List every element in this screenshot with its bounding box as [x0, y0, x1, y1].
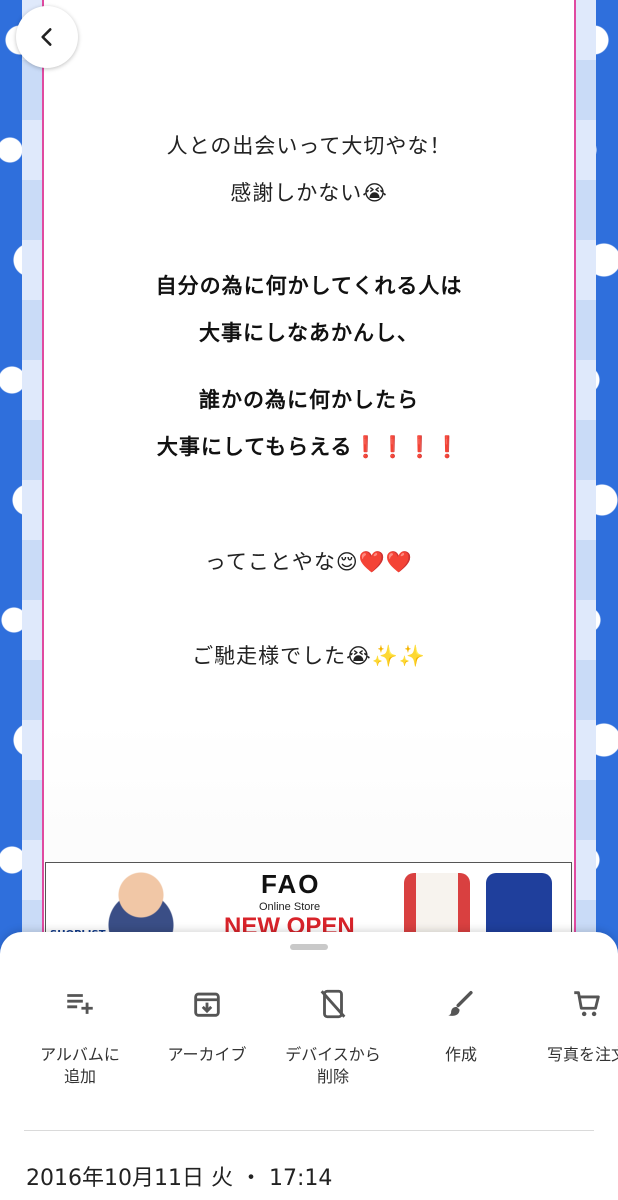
device-remove-icon: [320, 989, 346, 1019]
message-line-3: 自分の為に何かしてくれる人は: [42, 270, 576, 300]
action-label: 作成: [444, 1045, 477, 1064]
action-label: 削除: [316, 1067, 349, 1086]
delete-from-device-button[interactable]: デバイスから 削除: [273, 984, 393, 1088]
message-text: 自分の為に何かしてくれる人は: [155, 274, 463, 298]
message-text: ってことやな: [204, 550, 336, 574]
message-line-1: 人との出会いって大切やな！: [42, 130, 576, 160]
cart-icon: [574, 991, 600, 1017]
message-text: 誰かの為に何かしたら: [199, 388, 419, 412]
message-line-4: 大事にしなあかんし、: [42, 317, 576, 347]
action-label: 写真を注文: [546, 1045, 618, 1064]
add-to-album-button[interactable]: アルバムに 追加: [20, 984, 140, 1088]
heart-emoji: ❤️❤️: [358, 550, 414, 574]
exclamation-emoji: ❗❗❗❗: [352, 435, 462, 459]
archive-button[interactable]: アーカイブ: [147, 984, 267, 1066]
photo-date: 2016年10月11日 火 ・ 17:14: [26, 1166, 333, 1191]
archive-icon: [194, 992, 220, 1017]
relieved-emoji: 😌: [335, 550, 359, 574]
order-photos-button[interactable]: 写真を注文: [527, 984, 618, 1066]
brush-icon: [448, 990, 473, 1016]
store-label: Online Store: [259, 901, 321, 913]
divider: [24, 1130, 594, 1131]
create-button[interactable]: 作成: [401, 984, 521, 1066]
message-line-8: ご馳走様でした😭✨✨: [42, 640, 576, 670]
message-line-5: 誰かの為に何かしたら: [42, 384, 576, 414]
action-label: 追加: [63, 1067, 96, 1086]
crying-emoji: 😭: [346, 644, 372, 668]
sparkles-emoji: ✨✨: [371, 644, 426, 668]
drag-handle[interactable]: [290, 944, 328, 950]
advertisement-banner[interactable]: SHOPLIST FAO Online Store NEW OPEN: [45, 862, 572, 942]
message-text: 大事にしなあかんし、: [199, 321, 419, 345]
message-text: 大事にしてもらえる: [156, 435, 353, 459]
chevron-left-icon: [41, 28, 52, 46]
action-label: アーカイブ: [167, 1045, 247, 1064]
action-label: デバイスから: [285, 1045, 381, 1064]
playlist-add-icon: [67, 994, 93, 1014]
message-text: ご馳走様でした: [192, 644, 347, 668]
message-text: 人との出会いって大切やな！: [166, 134, 452, 158]
action-label: アルバムに: [40, 1045, 120, 1064]
bottom-sheet: アルバムに 追加 アーカイブ デバイスから 削除 作成 写真を注 2016年10…: [0, 932, 618, 1200]
crying-emoji: 😭: [362, 181, 388, 205]
message-line-6: 大事にしてもらえる❗❗❗❗: [42, 431, 576, 461]
message-line-2: 感謝しかない😭: [42, 177, 576, 207]
brand-logo: FAO: [261, 869, 321, 899]
back-button[interactable]: [16, 6, 78, 68]
message-line-7: ってことやな😌❤️❤️: [42, 546, 576, 576]
message-text: 感謝しかない: [230, 181, 363, 205]
